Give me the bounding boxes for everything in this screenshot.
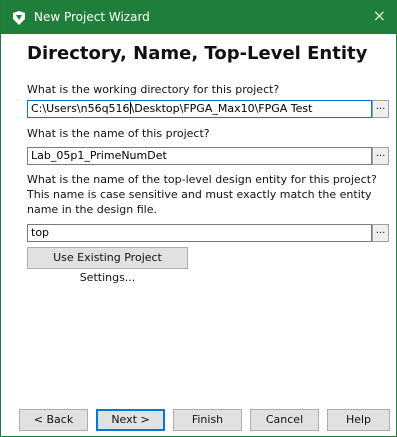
project-name-input[interactable]: Lab_05p1_PrimeNumDet bbox=[27, 147, 372, 165]
close-icon[interactable]: × bbox=[373, 7, 386, 25]
project-name-browse-button[interactable]: ... bbox=[372, 147, 389, 165]
back-button[interactable]: < Back bbox=[19, 409, 88, 431]
top-entity-browse-button[interactable]: ... bbox=[372, 224, 389, 242]
help-button[interactable]: Help bbox=[327, 409, 390, 431]
cancel-button[interactable]: Cancel bbox=[250, 409, 319, 431]
working-dir-value-start: C:\Users\n56q516 bbox=[31, 102, 130, 115]
page-heading: Directory, Name, Top-Level Entity bbox=[27, 43, 368, 64]
use-existing-settings-button[interactable]: Use Existing Project Settings... bbox=[27, 247, 188, 284]
next-button[interactable]: Next > bbox=[96, 409, 165, 431]
top-entity-input[interactable]: top bbox=[27, 224, 372, 242]
working-dir-browse-button[interactable]: ... bbox=[372, 100, 389, 118]
window-title: New Project Wizard bbox=[34, 10, 150, 24]
working-dir-value-end: \Desktop\FPGA_Max10\FPGA Test bbox=[130, 102, 313, 115]
working-dir-input[interactable]: C:\Users\n56q516\Desktop\FPGA_Max10\FPGA… bbox=[27, 100, 372, 118]
project-name-label: What is the name of this project? bbox=[27, 127, 210, 140]
new-project-wizard-window: New Project Wizard × Directory, Name, To… bbox=[0, 0, 397, 437]
top-entity-label: What is the name of the top-level design… bbox=[27, 173, 377, 216]
wizard-content: Directory, Name, Top-Level Entity What i… bbox=[1, 34, 396, 436]
working-dir-label: What is the working directory for this p… bbox=[27, 83, 280, 96]
quartus-app-icon bbox=[13, 11, 25, 25]
title-bar[interactable]: New Project Wizard × bbox=[1, 1, 396, 34]
finish-button[interactable]: Finish bbox=[173, 409, 242, 431]
